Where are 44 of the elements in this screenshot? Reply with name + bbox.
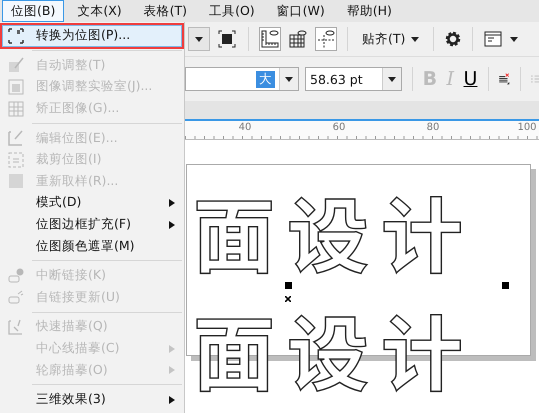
- brush-icon: [7, 56, 25, 74]
- ruler-label: 60: [332, 122, 346, 133]
- menubar-item[interactable]: 表格(T): [134, 0, 196, 22]
- caret-icon: [388, 76, 396, 82]
- dropdown-button[interactable]: [188, 27, 210, 51]
- trace-icon: [7, 318, 25, 336]
- selection-handle[interactable]: [502, 282, 509, 289]
- outlined-text: 面设计: [193, 308, 476, 390]
- caret-icon: [195, 36, 203, 42]
- caret-icon: [285, 76, 293, 82]
- ruler-label: 100: [517, 122, 537, 133]
- menu-item[interactable]: 位图颜色遮罩(M): [2, 235, 182, 257]
- window-icon: [484, 31, 502, 47]
- pencil-frame-icon: [7, 129, 25, 148]
- menubar-item[interactable]: 位图(B): [2, 0, 64, 22]
- selection-handle[interactable]: [285, 282, 292, 289]
- frame-icon: [7, 26, 25, 45]
- menubar-item[interactable]: 工具(O): [200, 0, 264, 22]
- ruler-label: 40: [238, 122, 252, 133]
- font-size-field[interactable]: 58.63 pt: [305, 67, 402, 91]
- chain-icon: [7, 288, 25, 306]
- menubar-item[interactable]: 文本(X): [68, 0, 131, 22]
- underline-button[interactable]: U: [463, 68, 478, 90]
- caret-icon: [411, 36, 420, 42]
- snap-dropdown[interactable]: 贴齐(T): [358, 27, 424, 51]
- menu-item[interactable]: 模式(D): [2, 192, 182, 214]
- menu-item[interactable]: 转换为位图(P)...: [2, 25, 182, 47]
- snap-label: 贴齐(T): [362, 30, 406, 48]
- menu-item[interactable]: 三维效果(3): [2, 388, 182, 410]
- ruler-button[interactable]: [259, 27, 281, 51]
- grid-icon: [7, 100, 25, 118]
- ruler-label: 80: [426, 122, 440, 133]
- menubar-item[interactable]: 窗口(W): [268, 0, 334, 22]
- crop-icon: [7, 150, 25, 169]
- guidelines-button[interactable]: [315, 27, 337, 51]
- caret-icon: [510, 36, 518, 42]
- settings-icon[interactable]: [444, 30, 462, 48]
- checker-icon: [7, 172, 25, 190]
- menu-item[interactable]: 位图边框扩充(F): [2, 214, 182, 236]
- outlined-text: 面设计: [193, 190, 476, 272]
- x-mark-icon[interactable]: [285, 296, 291, 302]
- chain-icon: [7, 266, 25, 285]
- image-icon: [7, 78, 25, 96]
- menubar-item[interactable]: 帮助(H): [338, 0, 401, 22]
